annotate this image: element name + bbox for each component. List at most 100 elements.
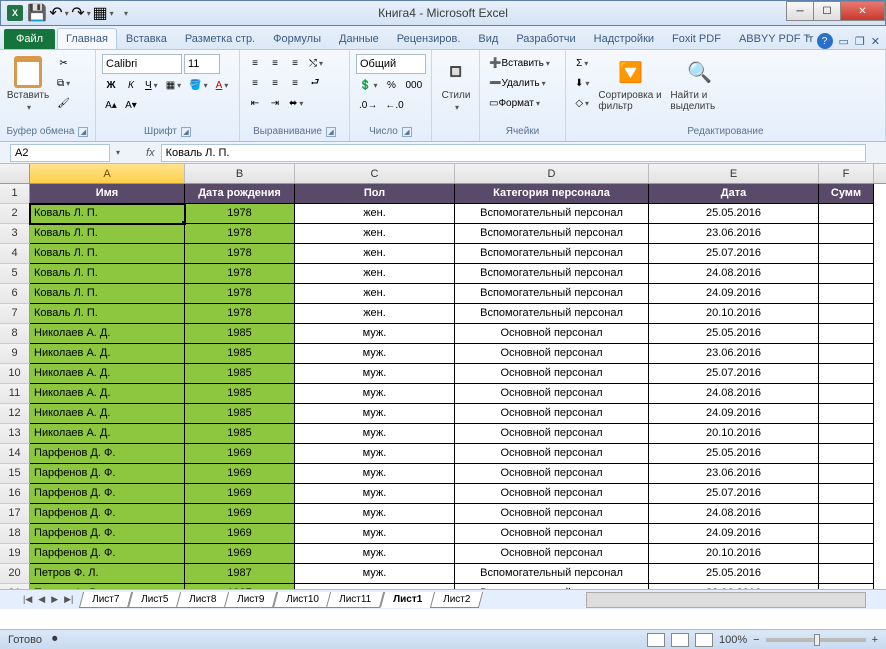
cell[interactable]: муж. [295,364,455,384]
cell[interactable]: муж. [295,384,455,404]
cell[interactable]: 24.08.2016 [649,384,819,404]
name-box[interactable]: A2 [10,144,110,162]
row-header[interactable]: 13 [0,424,30,444]
cell[interactable]: 24.09.2016 [649,284,819,304]
cell[interactable]: 1978 [185,264,295,284]
styles-button[interactable]: 🔲 Стили ▾ [438,54,474,114]
tab-nav-last[interactable]: ▶| [61,594,76,605]
cell[interactable]: Основной персонал [455,364,649,384]
cell[interactable] [819,484,874,504]
row-header[interactable]: 4 [0,244,30,264]
tab-nav-first[interactable]: |◀ [20,594,35,605]
row-header[interactable]: 3 [0,224,30,244]
header-cell[interactable]: Дата рождения [185,184,295,204]
cell[interactable]: Основной персонал [455,404,649,424]
ribbon-tab-3[interactable]: Формулы [264,28,330,49]
cell[interactable]: 1969 [185,464,295,484]
close-button[interactable]: ✕ [840,1,885,21]
ribbon-tab-4[interactable]: Данные [330,28,388,49]
cell[interactable]: 1969 [185,524,295,544]
header-cell[interactable]: Имя [30,184,185,204]
ribbon-tab-0[interactable]: Главная [57,28,117,49]
mdi-restore-icon[interactable]: ❐ [855,35,865,48]
ribbon-tab-6[interactable]: Вид [469,28,507,49]
zoom-level[interactable]: 100% [719,634,747,646]
cell[interactable]: 25.05.2016 [649,564,819,584]
minimize-button[interactable]: ─ [786,1,814,21]
cell[interactable]: муж. [295,344,455,364]
cell[interactable]: 25.07.2016 [649,244,819,264]
comma-icon[interactable]: 000 [402,76,425,94]
cell[interactable]: Коваль Л. П. [30,224,185,244]
cell[interactable]: муж. [295,484,455,504]
cell[interactable]: Основной персонал [455,464,649,484]
cell[interactable]: муж. [295,544,455,564]
decrease-decimal-icon[interactable]: ←.0 [382,96,406,114]
cell[interactable]: 25.05.2016 [649,204,819,224]
cell[interactable]: 1978 [185,304,295,324]
cell[interactable]: 1985 [185,324,295,344]
select-all-corner[interactable] [0,164,30,183]
row-header[interactable]: 2 [0,204,30,224]
cell[interactable]: Коваль Л. П. [30,264,185,284]
find-select-button[interactable]: 🔍 Найти и выделить [668,54,730,114]
cell[interactable]: Николаев А. Д. [30,424,185,444]
cell[interactable]: 24.08.2016 [649,264,819,284]
grow-font-button[interactable]: А▴ [102,96,120,114]
sheet-tab[interactable]: Лист9 [224,592,278,608]
ribbon-tab-5[interactable]: Рецензиров. [388,28,470,49]
cell[interactable]: 24.09.2016 [649,404,819,424]
macro-record-icon[interactable]: ⏺ [52,633,58,646]
cell[interactable]: 1969 [185,444,295,464]
increase-decimal-icon[interactable]: .0→ [356,96,380,114]
row-header[interactable]: 7 [0,304,30,324]
decrease-indent-icon[interactable]: ⇤ [246,94,264,112]
row-header[interactable]: 20 [0,564,30,584]
cell[interactable]: Парфенов Д. Ф. [30,504,185,524]
cell[interactable]: муж. [295,324,455,344]
zoom-in-button[interactable]: + [872,634,878,646]
cell[interactable]: жен. [295,304,455,324]
cell[interactable]: 1987 [185,564,295,584]
font-color-button[interactable]: А▾ [213,76,232,94]
row-header[interactable]: 18 [0,524,30,544]
cell[interactable] [819,224,874,244]
redo-icon[interactable]: ↷▾ [71,3,91,23]
qat-customize-icon[interactable]: ▦▾ [93,3,113,23]
align-top-icon[interactable]: ≡ [246,54,264,72]
row-header-1[interactable]: 1 [0,184,30,204]
cell[interactable]: 1978 [185,204,295,224]
cell[interactable]: муж. [295,504,455,524]
row-header[interactable]: 9 [0,344,30,364]
cell[interactable]: 1969 [185,504,295,524]
font-size-select[interactable] [184,54,220,74]
align-center-icon[interactable]: ≡ [266,74,284,92]
cell[interactable]: Вспомогательный персонал [455,264,649,284]
maximize-button[interactable]: ☐ [813,1,841,21]
col-header-D[interactable]: D [455,164,649,183]
clear-icon[interactable]: ◇▾ [572,94,592,112]
alignment-launcher[interactable]: ◢ [326,127,336,137]
cell[interactable] [819,244,874,264]
cell[interactable]: Николаев А. Д. [30,404,185,424]
page-break-view-icon[interactable] [695,633,713,647]
delete-cells-button[interactable]: ➖ Удалить▾ [486,74,562,92]
row-header[interactable]: 8 [0,324,30,344]
sheet-tab[interactable]: Лист1 [379,592,434,608]
tab-nav-next[interactable]: ▶ [48,594,61,605]
cell[interactable]: Парфенов Д. Ф. [30,444,185,464]
cell[interactable]: муж. [295,524,455,544]
row-header[interactable]: 19 [0,544,30,564]
row-header[interactable]: 10 [0,364,30,384]
cell[interactable]: 1985 [185,404,295,424]
cell[interactable]: Петров Ф. Л. [30,564,185,584]
sort-filter-button[interactable]: 🔽 Сортировка и фильтр [596,54,664,114]
sheet-tab[interactable]: Лист10 [272,592,331,608]
number-launcher[interactable]: ◢ [402,127,412,137]
cell[interactable]: Вспомогательный персонал [455,564,649,584]
cell[interactable]: Основной персонал [455,484,649,504]
cell[interactable] [819,404,874,424]
format-cells-button[interactable]: ▭ Формат▾ [486,94,562,112]
zoom-slider[interactable] [766,638,866,642]
number-format-select[interactable] [356,54,426,74]
